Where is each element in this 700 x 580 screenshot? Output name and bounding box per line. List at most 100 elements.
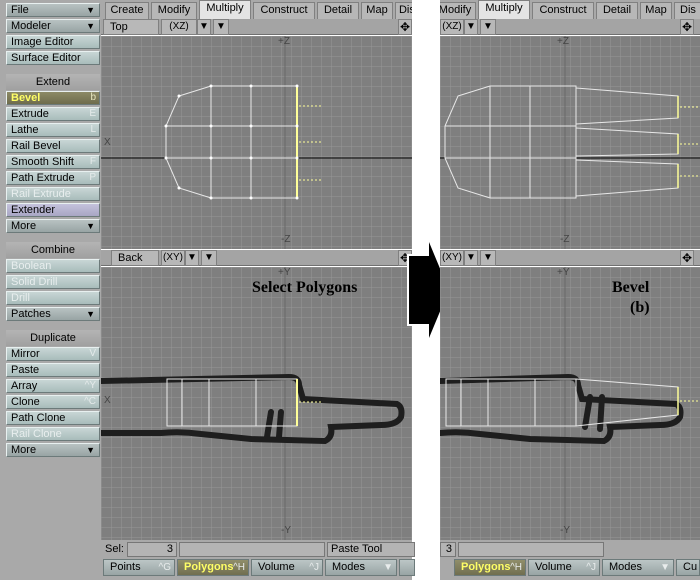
view-options-dropdown[interactable]: ▼	[480, 19, 496, 35]
shortcut-label: ^H	[510, 562, 522, 573]
volume-mode-button[interactable]: Volume ^J	[251, 559, 323, 576]
view-axes-dropdown[interactable]: ▼	[464, 19, 478, 35]
shortcut-label: b	[90, 92, 96, 103]
mode-row-right: Polygons ^H Volume ^J Modes ▼ Cu	[440, 558, 700, 580]
shortcut-label: P	[89, 172, 96, 183]
rail-clone-button[interactable]: Rail Clone	[6, 427, 100, 441]
back-viewport-right[interactable]: +Y -Y	[440, 267, 700, 540]
image-editor-button[interactable]: Image Editor	[6, 35, 100, 49]
drill-button[interactable]: Drill	[6, 291, 100, 305]
view-axes-select[interactable]: (XZ)	[440, 19, 464, 35]
cut-button[interactable]: Cu	[676, 559, 700, 576]
axis-plus-z-label: +Z	[278, 36, 290, 47]
tab-detail[interactable]: Detail	[317, 2, 359, 19]
view-options-dropdown[interactable]: ▼	[201, 250, 217, 266]
extender-button[interactable]: Extender	[6, 203, 100, 217]
clone-button[interactable]: Clone ^C	[6, 395, 100, 409]
sel-count: 3	[127, 542, 177, 557]
back-viewport[interactable]: +Y -Y X	[101, 267, 412, 540]
view-type-select[interactable]: Back	[111, 250, 159, 266]
volume-mode-button[interactable]: Volume ^J	[528, 559, 600, 576]
tab-modify[interactable]: Modify	[151, 2, 197, 19]
path-clone-button[interactable]: Path Clone	[6, 411, 100, 425]
patches-menu[interactable]: Patches ▼	[6, 307, 100, 321]
view-axes-select[interactable]: (XY)	[440, 250, 464, 266]
modes-menu[interactable]: Modes ▼	[325, 559, 397, 576]
tab-multiply[interactable]: Multiply	[199, 0, 251, 19]
clone-label: Clone	[11, 396, 40, 408]
combine-header: Combine	[6, 242, 100, 258]
chevron-down-icon: ▼	[86, 309, 95, 319]
move-view-icon[interactable]: ✥	[680, 250, 694, 266]
polygons-label: Polygons	[184, 561, 234, 573]
polygons-mode-button[interactable]: Polygons ^H	[177, 559, 249, 576]
chevron-down-icon: ▼	[483, 21, 493, 32]
tab-map[interactable]: Map	[640, 2, 672, 19]
array-button[interactable]: Array ^Y	[6, 379, 100, 393]
tab-bar-right: Modify Multiply Construct Detail Map Dis	[440, 0, 700, 19]
tab-construct[interactable]: Construct	[532, 2, 594, 19]
lathe-button[interactable]: Lathe L	[6, 123, 100, 137]
view-axes-label: (XY)	[442, 252, 462, 263]
smooth-shift-button[interactable]: Smooth Shift F	[6, 155, 100, 169]
back-viewport-header: Back (XY) ▼ ▼ ✥	[101, 250, 412, 266]
paste-button[interactable]: Paste	[6, 363, 100, 377]
solid-drill-button[interactable]: Solid Drill	[6, 275, 100, 289]
path-clone-label: Path Clone	[11, 412, 66, 424]
polygons-label: Polygons	[461, 561, 511, 573]
view-type-select[interactable]: Top	[103, 19, 159, 35]
axis-minus-z-label: -Z	[281, 234, 291, 245]
tab-create[interactable]: Create	[105, 2, 149, 19]
coordinate-button[interactable]	[399, 559, 415, 576]
duplicate-more-menu[interactable]: More ▼	[6, 443, 100, 457]
view-axes-dropdown[interactable]: ▼	[464, 250, 478, 266]
extrude-label: Extrude	[11, 108, 49, 120]
move-view-icon[interactable]: ✥	[398, 19, 412, 35]
tab-detail[interactable]: Detail	[596, 2, 638, 19]
axis-minus-z-label: -Z	[560, 234, 570, 245]
surface-editor-button[interactable]: Surface Editor	[6, 51, 100, 65]
tab-display[interactable]: Disp	[395, 2, 412, 19]
tab-construct[interactable]: Construct	[253, 2, 315, 19]
duplicate-header: Duplicate	[6, 330, 100, 346]
view-axes-select[interactable]: (XZ)	[161, 19, 197, 35]
extrude-button[interactable]: Extrude E	[6, 107, 100, 121]
axis-plus-y-label: +Y	[557, 267, 570, 278]
chevron-down-icon: ▼	[187, 252, 197, 263]
view-axes-label: (XZ)	[442, 21, 462, 32]
mirror-button[interactable]: Mirror V	[6, 347, 100, 361]
tab-multiply[interactable]: Multiply	[478, 0, 530, 19]
view-axes-select[interactable]: (XY)	[161, 250, 185, 266]
paste-label: Paste	[11, 364, 40, 376]
boolean-button[interactable]: Boolean	[6, 259, 100, 273]
rail-extrude-button[interactable]: Rail Extrude	[6, 187, 100, 201]
shortcut-label: ^C	[84, 396, 96, 407]
view-axes-dropdown[interactable]: ▼	[185, 250, 199, 266]
view-options-dropdown[interactable]: ▼	[213, 19, 229, 35]
view-axes-dropdown[interactable]: ▼	[197, 19, 211, 35]
file-menu[interactable]: File ▼	[6, 3, 100, 17]
shortcut-label: ^G	[158, 562, 171, 573]
modes-menu[interactable]: Modes ▼	[602, 559, 674, 576]
top-viewport-header-right: (XZ) ▼ ▼ ✥	[440, 19, 700, 35]
extend-more-menu[interactable]: More ▼	[6, 219, 100, 233]
modeler-menu[interactable]: Modeler ▼	[6, 19, 100, 33]
top-viewport-right[interactable]: +Z -Z	[440, 36, 700, 249]
view-options-dropdown[interactable]: ▼	[480, 250, 496, 266]
rail-bevel-button[interactable]: Rail Bevel	[6, 139, 100, 153]
tab-map[interactable]: Map	[361, 2, 393, 19]
move-view-icon[interactable]: ✥	[680, 19, 694, 35]
mirror-label: Mirror	[11, 348, 40, 360]
polygons-mode-button[interactable]: Polygons ^H	[454, 559, 526, 576]
tab-display[interactable]: Dis	[674, 2, 700, 19]
top-viewport[interactable]: +Z -Z X	[101, 36, 412, 249]
bevel-button[interactable]: Bevel b	[6, 91, 100, 105]
points-mode-button[interactable]: Points ^G	[103, 559, 175, 576]
axis-plus-z-label: +Z	[557, 36, 569, 47]
chevron-down-icon: ▼	[383, 562, 393, 573]
chevron-down-icon: ▼	[86, 21, 95, 31]
array-label: Array	[11, 380, 38, 392]
path-extrude-button[interactable]: Path Extrude P	[6, 171, 100, 185]
smooth-shift-label: Smooth Shift	[11, 156, 74, 168]
tab-modify[interactable]: Modify	[440, 2, 476, 19]
